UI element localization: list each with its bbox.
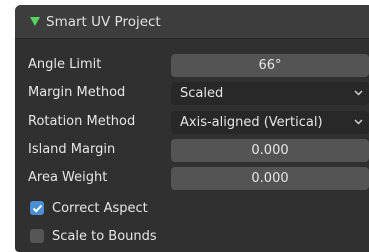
smart-uv-project-panel: Smart UV Project Angle Limit 66° Margin … [15,5,369,252]
angle-limit-field[interactable]: 66° [171,54,369,77]
rotation-method-dropdown[interactable]: Axis-aligned (Vertical) [171,111,369,134]
area-weight-field[interactable]: 0.000 [171,167,369,190]
rotation-method-row: Rotation Method Axis-aligned (Vertical) [15,111,369,135]
island-margin-field[interactable]: 0.000 [171,139,369,162]
expand-triangle-icon[interactable] [30,17,40,26]
panel-header[interactable]: Smart UV Project [15,5,369,39]
margin-method-value: Scaled [180,86,224,101]
area-weight-row: Area Weight 0.000 [15,167,369,191]
chevron-down-icon [354,119,363,125]
margin-method-dropdown[interactable]: Scaled [171,82,369,105]
chevron-down-icon [354,90,363,96]
scale-to-bounds-label: Scale to Bounds [52,228,157,244]
correct-aspect-label: Correct Aspect [52,200,148,216]
island-margin-row: Island Margin 0.000 [15,139,369,163]
margin-method-row: Margin Method Scaled [15,82,369,106]
scale-to-bounds-checkbox[interactable] [30,229,44,243]
scale-to-bounds-option[interactable]: Scale to Bounds [30,226,157,246]
checkmark-icon [32,204,42,213]
area-weight-label: Area Weight [28,170,108,185]
correct-aspect-option[interactable]: Correct Aspect [30,198,148,218]
rotation-method-label: Rotation Method [28,114,136,129]
panel-title: Smart UV Project [46,13,161,30]
correct-aspect-checkbox[interactable] [30,201,44,215]
angle-limit-row: Angle Limit 66° [15,54,369,78]
rotation-method-value: Axis-aligned (Vertical) [180,115,323,130]
island-margin-label: Island Margin [28,142,116,157]
angle-limit-label: Angle Limit [28,57,102,72]
margin-method-label: Margin Method [28,85,126,100]
